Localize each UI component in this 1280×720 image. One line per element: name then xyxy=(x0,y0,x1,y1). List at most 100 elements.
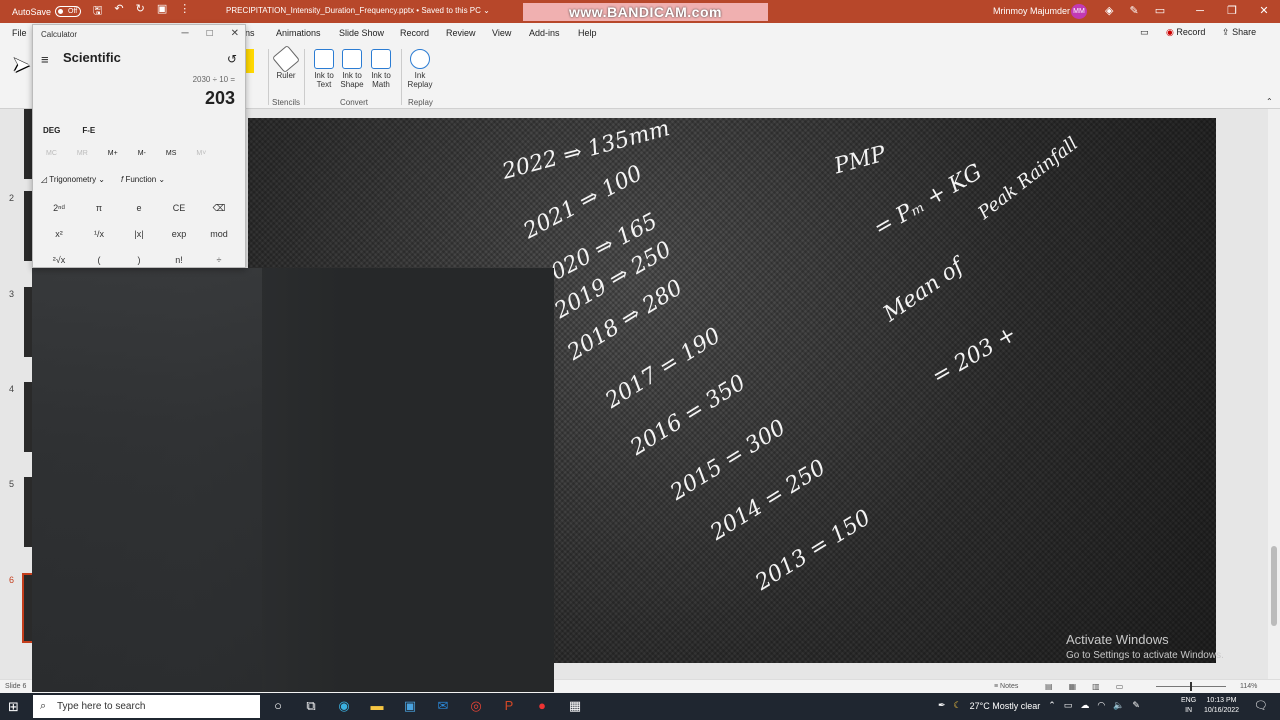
reading-view-icon[interactable]: ▥ xyxy=(1092,682,1100,691)
trigonometry-dropdown[interactable]: ◿ Trigonometry ⌄ xyxy=(41,175,105,184)
calc-key[interactable]: ¹/x xyxy=(79,221,119,247)
scrollbar-thumb[interactable] xyxy=(1271,546,1277,626)
save-icon[interactable]: 🖫 xyxy=(93,2,102,21)
chevron-up-icon[interactable]: ⌃ xyxy=(1048,700,1056,711)
ink-to-text-button[interactable]: Ink to Text xyxy=(311,49,337,89)
more-icon[interactable]: ⋮ xyxy=(179,2,190,21)
calc-key[interactable]: exp xyxy=(159,221,199,247)
chrome-icon[interactable]: ◎ xyxy=(468,698,484,714)
taskbar-search[interactable]: ⌕ Type here to search xyxy=(33,695,260,718)
close-icon[interactable]: ✕ xyxy=(1248,0,1280,23)
present-icon[interactable]: ▣ xyxy=(157,2,167,21)
volume-icon[interactable]: 🔈 xyxy=(1113,700,1124,711)
slide-sorter-icon[interactable]: ▦ xyxy=(1069,682,1077,691)
diamond-icon[interactable]: ◈ xyxy=(1105,4,1113,17)
avatar[interactable]: MM xyxy=(1071,4,1087,19)
vertical-scrollbar[interactable] xyxy=(1268,109,1280,679)
tab-record[interactable]: Record xyxy=(400,28,429,38)
function-dropdown[interactable]: f Function ⌄ xyxy=(121,175,165,184)
ink-to-shape-button[interactable]: Ink to Shape xyxy=(339,49,365,89)
calc-key[interactable]: 2ⁿᵈ xyxy=(39,195,79,221)
calculator-window[interactable]: Calculator ─ □ ✕ ≡ Scientific ↺ 2030 ÷ 1… xyxy=(32,24,246,268)
calc-key[interactable]: n! xyxy=(159,247,199,273)
undo-icon[interactable]: ↶ xyxy=(114,2,123,21)
collapse-ribbon-icon[interactable]: ⌃ xyxy=(1266,97,1273,106)
minimize-icon[interactable]: ─ xyxy=(1184,0,1216,23)
share-button[interactable]: ⇪ Share xyxy=(1222,27,1256,38)
display-options-icon[interactable]: ▭ xyxy=(1155,4,1165,17)
calc-key[interactable]: mod xyxy=(199,221,239,247)
calc-key[interactable]: e xyxy=(119,195,159,221)
mr-button[interactable]: MR xyxy=(77,150,88,157)
calculator-icon[interactable]: ▦ xyxy=(567,698,583,714)
ruler-button[interactable]: Ruler xyxy=(271,44,301,80)
pen-icon[interactable]: ✎ xyxy=(1132,700,1140,711)
ink-to-math-button[interactable]: Ink to Math xyxy=(366,49,396,89)
mail-icon[interactable]: ✉ xyxy=(435,698,451,714)
hamburger-menu-icon[interactable]: ≡ xyxy=(41,52,49,67)
document-title[interactable]: PRECIPITATION_Intensity_Duration_Frequen… xyxy=(226,6,490,15)
weather-label[interactable]: 27°C Mostly clear xyxy=(970,701,1041,711)
calc-key[interactable]: ²√x xyxy=(39,247,79,273)
tab-review[interactable]: Review xyxy=(446,28,476,38)
tab-help[interactable]: Help xyxy=(578,28,597,38)
slideshow-view-icon[interactable]: ▭ xyxy=(1116,682,1124,691)
maximize-icon[interactable]: □ xyxy=(207,28,213,39)
autosave[interactable]: AutoSave Off xyxy=(12,6,82,17)
clock[interactable]: 10:13 PM 10/16/2022 xyxy=(1204,696,1239,716)
calc-key[interactable]: ⌫ xyxy=(199,195,239,221)
weather-icon[interactable]: ☾ xyxy=(954,700,962,711)
ms-button[interactable]: MS xyxy=(166,150,177,157)
ink-replay-button[interactable]: Ink Replay xyxy=(406,49,434,89)
fe-button[interactable]: F-E xyxy=(82,126,95,135)
m-minus-button[interactable]: M- xyxy=(138,150,146,157)
bandicam-icon[interactable]: ● xyxy=(534,698,550,714)
file-explorer-icon[interactable]: ▬ xyxy=(369,698,385,714)
minimize-icon[interactable]: ─ xyxy=(181,28,188,39)
calc-key[interactable]: CE xyxy=(159,195,199,221)
powerpoint-icon[interactable]: P xyxy=(501,698,517,714)
maximize-icon[interactable]: ❐ xyxy=(1216,0,1248,23)
language-indicator[interactable]: ENG IN xyxy=(1181,696,1196,716)
close-icon[interactable]: ✕ xyxy=(231,28,239,39)
angle-mode-button[interactable]: DEG xyxy=(43,126,60,135)
autosave-toggle[interactable]: Off xyxy=(55,6,82,17)
notifications-icon[interactable]: 🗨 xyxy=(1254,699,1268,712)
store-icon[interactable]: ▣ xyxy=(402,698,418,714)
notes-button[interactable]: ≡ Notes xyxy=(994,683,1018,690)
wifi-icon[interactable]: ◠ xyxy=(1097,700,1105,711)
comments-icon[interactable]: ▭ xyxy=(1140,27,1149,38)
zoom-level[interactable]: 114% xyxy=(1240,683,1257,690)
record-button[interactable]: ◉ Record xyxy=(1166,27,1205,38)
tab-view[interactable]: View xyxy=(492,28,511,38)
calc-key[interactable]: ) xyxy=(119,247,159,273)
memory-list-button[interactable]: M˅ xyxy=(196,150,206,157)
battery-icon[interactable]: ▭ xyxy=(1064,700,1073,711)
history-icon[interactable]: ↺ xyxy=(227,52,237,66)
normal-view-icon[interactable]: ▤ xyxy=(1045,682,1053,691)
calc-key[interactable]: π xyxy=(79,195,119,221)
edge-icon[interactable]: ◉ xyxy=(336,698,352,714)
cortana-icon[interactable]: ○ xyxy=(270,698,286,714)
tab-transitions[interactable]: ns xyxy=(245,28,255,38)
zoom-slider[interactable] xyxy=(1156,682,1226,691)
search-placeholder: Type here to search xyxy=(57,701,146,712)
tab-add-ins[interactable]: Add-ins xyxy=(529,28,560,38)
calc-key[interactable]: |x| xyxy=(119,221,159,247)
tab-slide-show[interactable]: Slide Show xyxy=(339,28,384,38)
pen-icon[interactable]: ✎ xyxy=(1129,4,1138,17)
windows-start-icon[interactable]: ⊞ xyxy=(8,699,19,715)
calc-key[interactable]: ÷ xyxy=(199,247,239,273)
tab-file[interactable]: File xyxy=(12,28,27,38)
calc-key[interactable]: x² xyxy=(39,221,79,247)
task-view-icon[interactable]: ⧉ xyxy=(303,698,319,714)
system-tray: ✒ ☾ 27°C Mostly clear ⌃ ▭ ☁ ◠ 🔈 ✎ xyxy=(938,700,1140,711)
calc-key[interactable]: ( xyxy=(79,247,119,273)
pen-workspace-icon[interactable]: ✒ xyxy=(938,700,946,711)
tab-animations[interactable]: Animations xyxy=(276,28,321,38)
user-name[interactable]: Mrinmoy Majumder xyxy=(993,6,1070,16)
redo-icon[interactable]: ↻ xyxy=(136,2,145,21)
m-plus-button[interactable]: M+ xyxy=(108,150,118,157)
cloud-icon[interactable]: ☁ xyxy=(1080,700,1089,711)
mc-button[interactable]: MC xyxy=(46,150,57,157)
